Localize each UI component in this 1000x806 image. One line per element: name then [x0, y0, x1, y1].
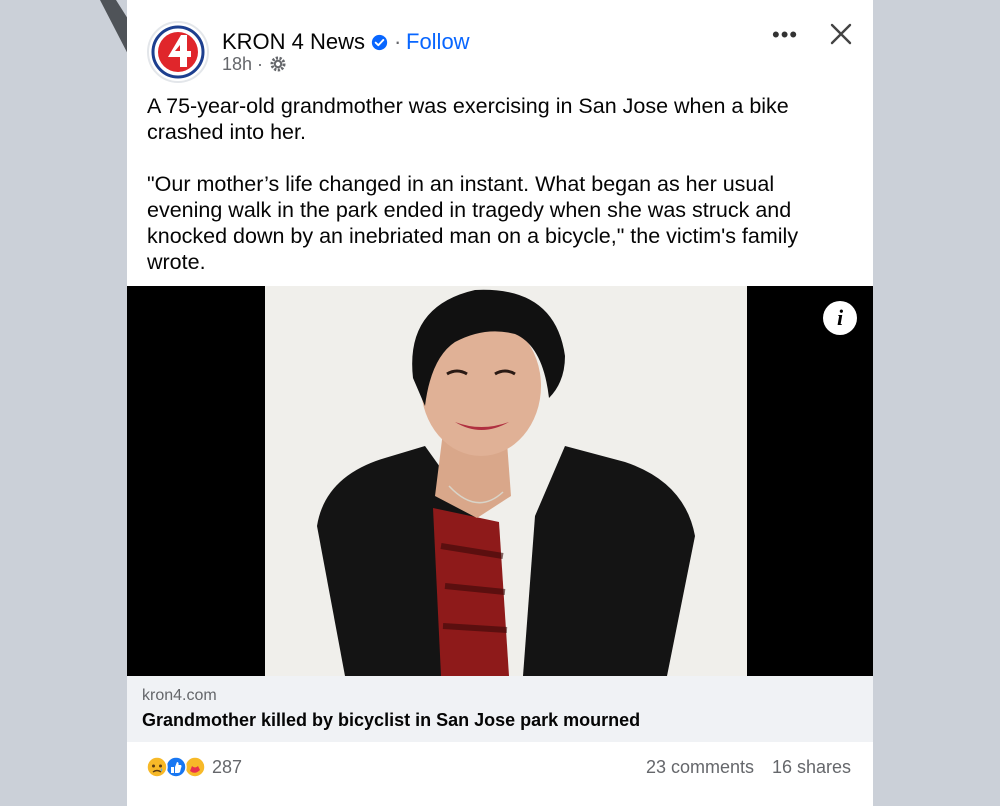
close-icon[interactable]: [827, 20, 855, 48]
care-reaction-icon: [184, 756, 206, 778]
more-options-button[interactable]: •••: [772, 22, 798, 48]
post-stats: 287 23 comments 16 shares: [127, 742, 873, 806]
shares-count[interactable]: 16 shares: [772, 757, 851, 778]
follow-button[interactable]: Follow: [406, 29, 470, 55]
post-header: KRON 4 News · Follow 18h · •••: [127, 0, 873, 90]
sad-reaction-icon: [146, 756, 168, 778]
reactions-summary[interactable]: [146, 756, 216, 778]
kron4-logo-icon: [151, 25, 205, 79]
gear-icon: [270, 56, 286, 72]
post-paragraph: "Our mother’s life changed in an instant…: [147, 172, 799, 274]
like-reaction-icon: [165, 756, 187, 778]
info-icon[interactable]: i: [823, 301, 857, 335]
comments-count[interactable]: 23 comments: [646, 757, 754, 778]
post-media[interactable]: i: [127, 286, 873, 676]
link-title: Grandmother killed by bicyclist in San J…: [142, 710, 641, 730]
reaction-count[interactable]: 287: [212, 757, 242, 778]
post-card: KRON 4 News · Follow 18h · ••• A 75-year…: [127, 0, 873, 806]
post-timestamp[interactable]: 18h ·: [222, 54, 263, 75]
page-avatar[interactable]: [147, 21, 209, 83]
post-text: A 75-year-old grandmother was exercising…: [147, 93, 847, 275]
link-domain: kron4.com: [142, 687, 217, 704]
verified-badge-icon: [371, 34, 388, 51]
page-name[interactable]: KRON 4 News: [222, 29, 365, 55]
article-photo: [265, 286, 747, 676]
post-paragraph: A 75-year-old grandmother was exercising…: [147, 94, 789, 144]
separator-dot: ·: [394, 29, 402, 54]
link-preview[interactable]: kron4.com Grandmother killed by bicyclis…: [127, 676, 873, 742]
